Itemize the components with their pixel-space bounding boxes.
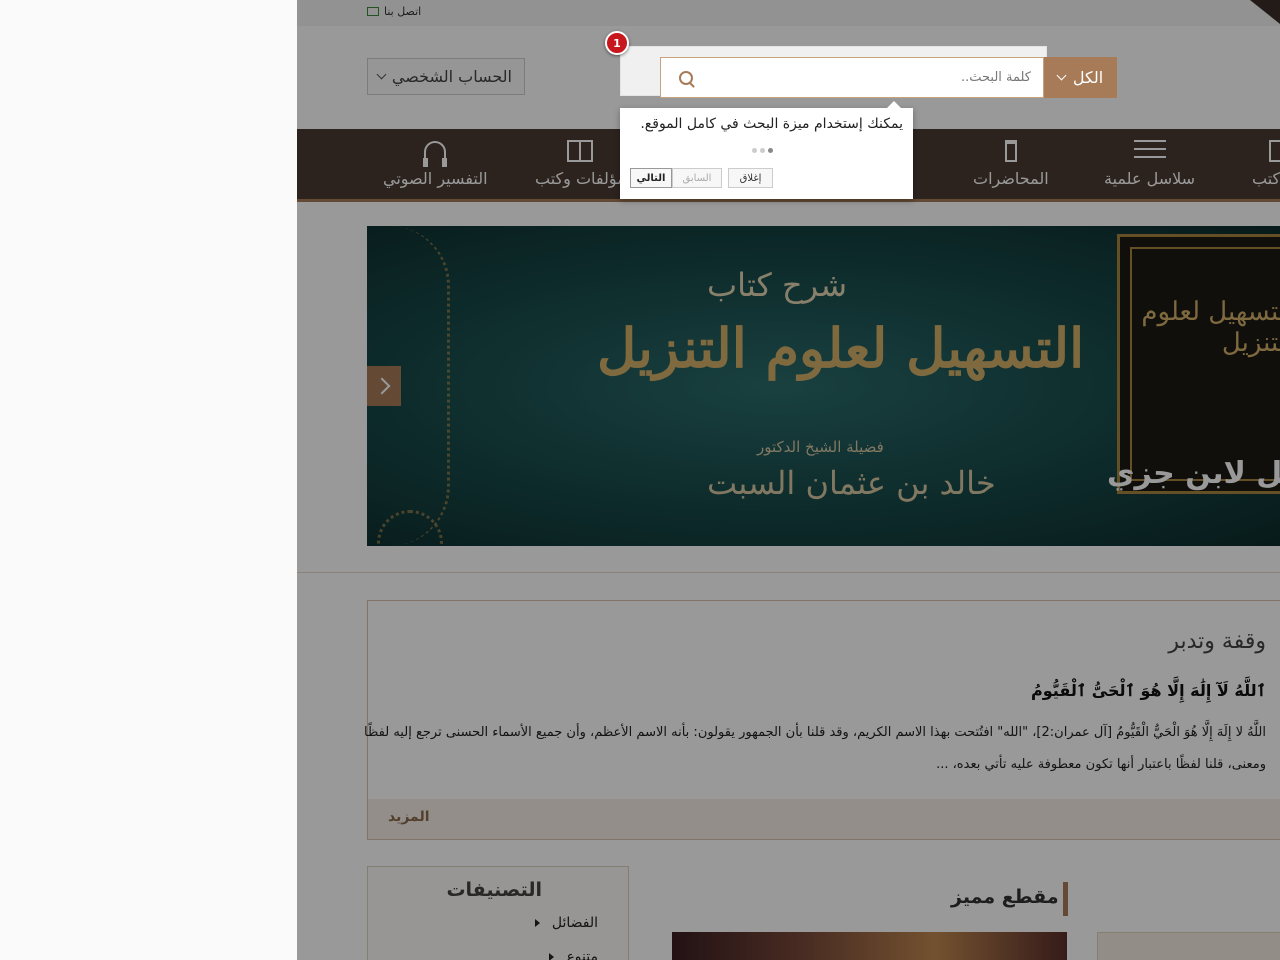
top-strip: اتصل بنا	[297, 0, 1280, 26]
podium-icon	[1004, 140, 1017, 162]
guide-tooltip: يمكنك إستخدام ميزة البحث في كامل الموقع.…	[620, 101, 913, 199]
carousel-caption: التسهيل لابن جزي	[1107, 456, 1280, 491]
account-label: الحساب الشخصي	[391, 67, 512, 86]
nav-item-lectures[interactable]: المحاضرات	[973, 137, 1049, 188]
step-dot	[752, 148, 757, 153]
contact-link[interactable]: اتصل بنا	[367, 5, 421, 18]
banner-subtitle: شرح كتاب	[707, 266, 848, 304]
nav-item-books[interactable]: مؤلفات وكتب	[535, 137, 626, 188]
guide-close-button[interactable]: إغلاق	[728, 168, 773, 188]
corner-decoration	[1250, 0, 1280, 24]
caret-left-icon	[549, 953, 555, 960]
nav-item-audio-tafsir[interactable]: التفسير الصوتي	[383, 137, 488, 188]
contact-label: اتصل بنا	[384, 5, 422, 18]
guide-prev-button[interactable]: السابق	[672, 168, 722, 188]
book-cover-title: التسهيل لعلوم التنزيل	[1141, 297, 1280, 359]
account-dropdown[interactable]: الحساب الشخصي	[367, 58, 525, 95]
nav-label: مؤلفات وكتب	[535, 169, 626, 188]
nav-label: المحاضرات	[973, 169, 1049, 188]
blank-left-area	[0, 0, 297, 960]
banner-title: التسهيل لعلوم التنزيل	[597, 316, 1085, 380]
nav-item-series[interactable]: سلاسل علمية	[1104, 137, 1195, 188]
search-input[interactable]	[661, 58, 1043, 97]
step-dot	[760, 148, 765, 153]
envelope-icon	[367, 7, 379, 16]
guide-step-badge: 1	[605, 31, 629, 55]
headphones-icon	[423, 141, 448, 167]
search-category-label: الكل	[1072, 68, 1104, 87]
nav-label: سلاسل علمية	[1104, 169, 1196, 188]
section-accent-bar	[1063, 882, 1068, 916]
step-dot-active	[768, 148, 773, 153]
hero-carousel[interactable]: شرح كتاب التسهيل لعلوم التنزيل فضيلة الش…	[367, 226, 1280, 546]
guide-text: يمكنك إستخدام ميزة البحث في كامل الموقع.	[640, 116, 903, 132]
categories-panel: التصنيفات الفضائل متنوع	[367, 866, 629, 960]
book-icon	[567, 140, 594, 162]
categories-title: التصنيفات	[446, 879, 542, 901]
category-item[interactable]: متنوع	[549, 949, 598, 960]
book-cover-image: التسهيل لعلوم التنزيل	[1117, 234, 1280, 494]
divider	[297, 572, 1280, 573]
guide-next-button[interactable]: التالي	[630, 168, 672, 188]
banner-author-name: خالد بن عثمان السبت	[707, 464, 996, 502]
search-icon[interactable]	[679, 71, 693, 85]
featured-title: مقطع مميز	[951, 886, 1059, 908]
chevron-down-icon	[1056, 70, 1067, 81]
verse-card-title: وقفة وتدبر	[1168, 629, 1266, 654]
carousel-next-button[interactable]	[367, 366, 401, 406]
verse-card: وقفة وتدبر ٱللَّهُ لَآ إِلَٰهَ إِلَّا هُ…	[364, 600, 1280, 840]
verse-commentary-line: ومعنى، قلنا لفظًا باعتبار أنها تكون معطو…	[936, 757, 1266, 772]
search-category-dropdown[interactable]: الكل	[1044, 57, 1117, 98]
nav-label: التفسير الصوتي	[383, 169, 488, 188]
book-icon	[1269, 140, 1280, 162]
search-bar: الكل	[660, 57, 1117, 98]
category-item[interactable]: الفضائل	[534, 915, 598, 931]
nav-item-kutub[interactable]: كتب	[1252, 137, 1280, 188]
search-field	[660, 57, 1044, 98]
caret-left-icon	[534, 919, 540, 927]
banner-author-title: فضيلة الشيخ الدكتور	[757, 438, 884, 456]
nav-label: كتب	[1252, 169, 1280, 188]
category-label: متنوع	[566, 949, 598, 960]
guide-step-dots	[752, 148, 773, 153]
chevron-right-icon	[373, 377, 391, 395]
verse-commentary-line: اللَّهُ لا إِلَهَ إِلَّا هُوَ الْحَيُّ ا…	[364, 725, 1266, 740]
list-icon	[1133, 140, 1166, 162]
category-label: الفضائل	[551, 915, 598, 931]
side-card	[1097, 932, 1280, 960]
chevron-down-icon	[376, 69, 387, 80]
more-link[interactable]: المزيد	[388, 809, 430, 825]
verse-text: ٱللَّهُ لَآ إِلَٰهَ إِلَّا هُوَ ٱلْحَىُّ…	[1031, 681, 1266, 700]
featured-video-thumbnail[interactable]	[672, 932, 1067, 960]
verse-card-footer: المزيد	[368, 799, 1280, 839]
